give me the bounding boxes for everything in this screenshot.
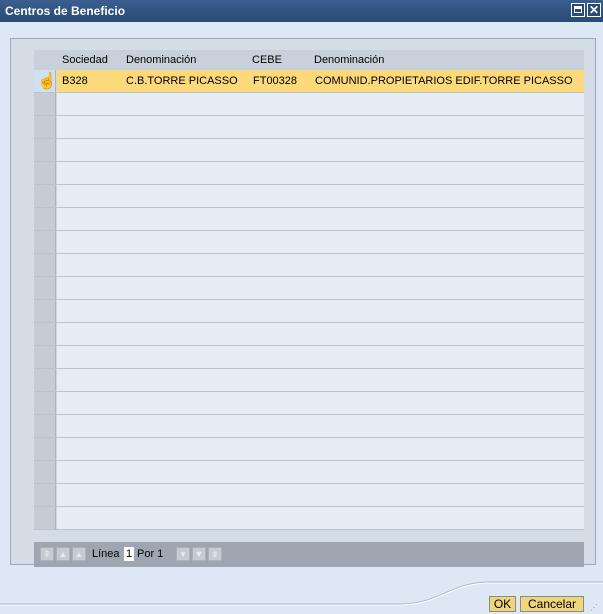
table-row[interactable] — [34, 277, 584, 300]
row-selector[interactable]: ☝ — [34, 70, 57, 92]
hand-pointer-icon: ☝ — [37, 73, 57, 90]
col-cebe[interactable]: CEBE — [252, 54, 282, 66]
row-selector[interactable] — [34, 369, 56, 391]
cell-denominacion-cebe: COMUNID.PROPIETARIOS EDIF.TORRE PICASSO — [315, 75, 573, 87]
table-row[interactable] — [34, 438, 584, 461]
table-row[interactable] — [34, 208, 584, 231]
resize-grip-icon[interactable]: ⋰ — [590, 603, 600, 613]
cancel-button[interactable]: Cancelar — [520, 596, 584, 612]
table-row[interactable] — [34, 254, 584, 277]
row-selector[interactable] — [34, 93, 56, 115]
table-row[interactable] — [34, 162, 584, 185]
row-selector[interactable] — [34, 507, 56, 529]
title-bar: Centros de Beneficio ✕ — [0, 0, 603, 22]
ok-button[interactable]: OK — [489, 596, 516, 612]
previous-page-icon[interactable]: ▲ — [56, 547, 70, 561]
previous-line-icon[interactable]: ▴ — [72, 547, 86, 561]
table-row[interactable] — [34, 323, 584, 346]
of-label: Por 1 — [137, 548, 164, 560]
row-selector[interactable] — [34, 392, 56, 414]
row-selector[interactable] — [34, 231, 56, 253]
cell-cebe: FT00328 — [253, 75, 298, 87]
table-row[interactable] — [34, 415, 584, 438]
row-selector[interactable] — [34, 139, 56, 161]
window-title: Centros de Beneficio — [5, 4, 126, 18]
table-row[interactable] — [34, 116, 584, 139]
table-row[interactable] — [34, 392, 584, 415]
row-selector[interactable] — [34, 116, 56, 138]
row-selector[interactable] — [34, 484, 56, 506]
row-selector[interactable] — [34, 346, 56, 368]
profit-centers-table: Sociedad Denominación CEBE Denominación … — [34, 50, 584, 542]
row-selector[interactable] — [34, 185, 56, 207]
table-row[interactable] — [34, 93, 584, 116]
row-selector[interactable] — [34, 300, 56, 322]
col-denominacion[interactable]: Denominación — [126, 54, 196, 66]
line-input[interactable]: 1 — [124, 547, 134, 561]
next-line-icon[interactable]: ▾ — [176, 547, 190, 561]
row-selector[interactable] — [34, 415, 56, 437]
table-navigation: ⇞ ▲ ▴ Línea 1 Por 1 ▾ ▼ ⇟ — [34, 542, 584, 567]
table-row[interactable] — [34, 507, 584, 530]
table-row[interactable] — [34, 139, 584, 162]
row-selector[interactable] — [34, 438, 56, 460]
row-selector[interactable] — [34, 277, 56, 299]
col-denominacion-cebe[interactable]: Denominación — [314, 54, 384, 66]
first-page-icon[interactable]: ⇞ — [40, 547, 54, 561]
row-selector[interactable] — [34, 162, 56, 184]
table-row[interactable] — [34, 346, 584, 369]
table-body: ☝ B328 C.B.TORRE PICASSO FT00328 COMUNID… — [34, 70, 584, 530]
maximize-icon[interactable] — [571, 3, 585, 17]
cell-denominacion: C.B.TORRE PICASSO — [126, 75, 238, 87]
table-row[interactable] — [34, 369, 584, 392]
table-row[interactable] — [34, 300, 584, 323]
row-selector[interactable] — [34, 208, 56, 230]
row-selector[interactable] — [34, 254, 56, 276]
row-selector[interactable] — [34, 323, 56, 345]
last-page-icon[interactable]: ⇟ — [208, 547, 222, 561]
col-sociedad[interactable]: Sociedad — [62, 54, 108, 66]
next-page-icon[interactable]: ▼ — [192, 547, 206, 561]
line-label: Línea — [92, 548, 120, 560]
table-row[interactable] — [34, 461, 584, 484]
table-row[interactable]: ☝ B328 C.B.TORRE PICASSO FT00328 COMUNID… — [34, 70, 584, 93]
table-row[interactable] — [34, 231, 584, 254]
cell-sociedad: B328 — [62, 75, 88, 87]
table-row[interactable] — [34, 484, 584, 507]
table-row[interactable] — [34, 185, 584, 208]
row-selector[interactable] — [34, 461, 56, 483]
close-icon[interactable]: ✕ — [587, 3, 601, 17]
table-header: Sociedad Denominación CEBE Denominación — [34, 50, 584, 70]
